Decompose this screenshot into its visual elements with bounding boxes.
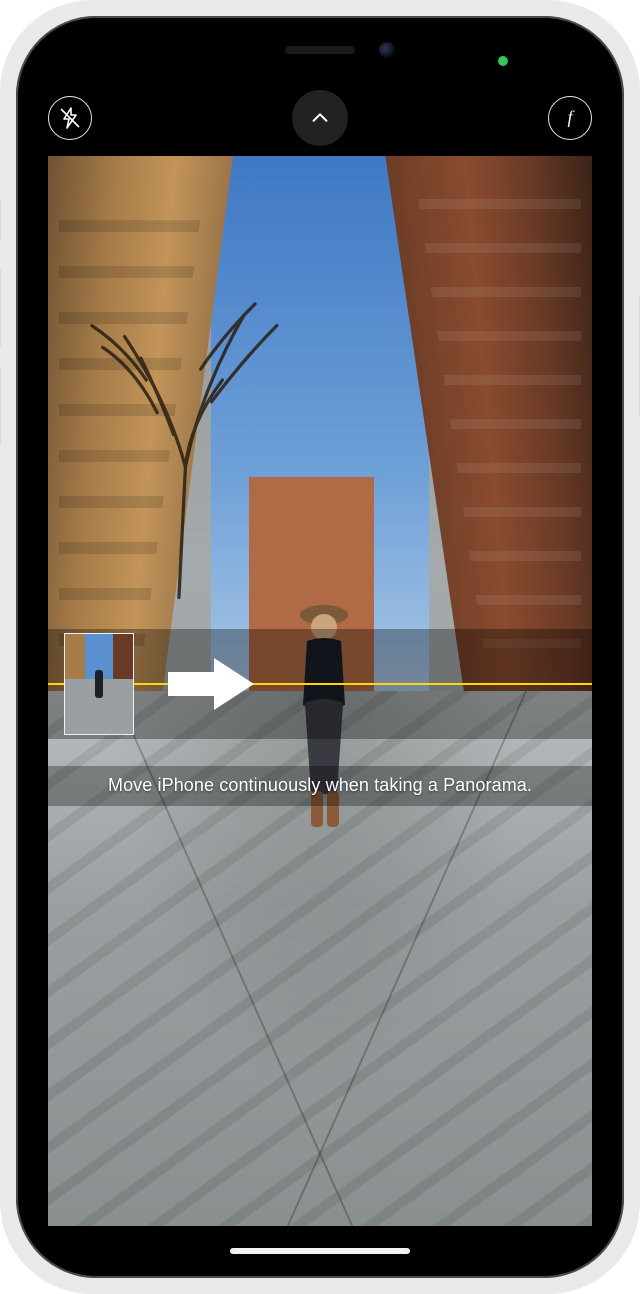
- home-indicator[interactable]: [230, 1248, 410, 1254]
- camera-top-controls: f: [30, 86, 610, 150]
- panorama-instruction-banner: Move iPhone continuously when taking a P…: [48, 766, 592, 806]
- screen: f: [30, 30, 610, 1264]
- panorama-preview-thumbnail: [64, 633, 134, 735]
- options-expand-button[interactable]: [292, 90, 348, 146]
- volume-down-button: [0, 366, 1, 446]
- camera-active-indicator: [498, 56, 508, 66]
- device-frame: f: [0, 0, 640, 1294]
- silence-switch: [0, 200, 1, 240]
- notch: [191, 30, 449, 70]
- volume-up-button: [0, 268, 1, 348]
- device-bezel: f: [16, 16, 624, 1278]
- speaker-grille: [285, 46, 355, 54]
- front-camera: [379, 42, 395, 58]
- flash-off-icon: [58, 106, 82, 130]
- camera-viewfinder[interactable]: Move iPhone continuously when taking a P…: [48, 156, 592, 1226]
- flash-toggle-button[interactable]: [48, 96, 92, 140]
- svg-text:f: f: [567, 107, 575, 127]
- panorama-guide-strip[interactable]: [48, 629, 592, 739]
- panorama-direction-arrow-icon: [168, 654, 256, 714]
- filters-button[interactable]: f: [548, 96, 592, 140]
- aperture-f-icon: f: [558, 106, 582, 130]
- panorama-instruction-text: Move iPhone continuously when taking a P…: [108, 775, 532, 796]
- chevron-up-icon: [309, 107, 331, 129]
